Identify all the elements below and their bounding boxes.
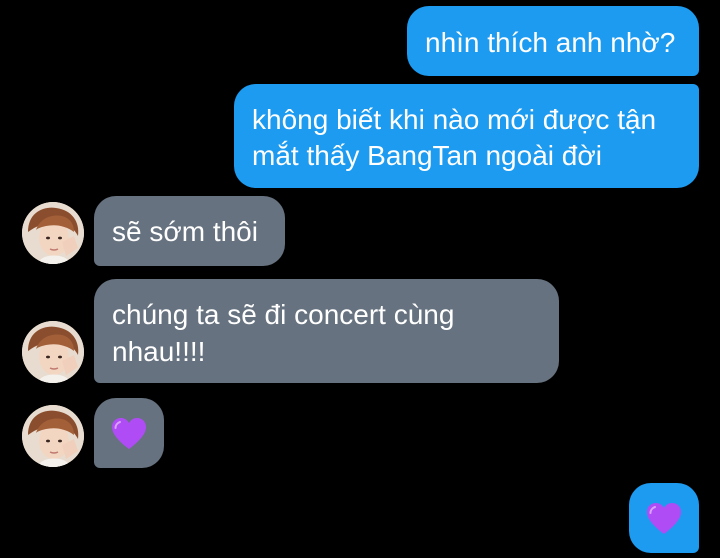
received-message-1[interactable]: sẽ sớm thôi <box>94 196 285 266</box>
message-text: sẽ sớm thôi <box>112 216 258 247</box>
friend-avatar[interactable] <box>22 202 84 264</box>
avatar-photo <box>22 405 84 467</box>
avatar-photo <box>22 202 84 264</box>
received-message-2[interactable]: chúng ta sẽ đi concert cùng nhau!!!! <box>94 279 559 383</box>
message-text-line-1: chúng ta sẽ đi concert cùng <box>112 299 455 330</box>
friend-avatar[interactable] <box>22 405 84 467</box>
sent-heart-message[interactable] <box>629 483 699 553</box>
message-text: nhìn thích anh nhờ? <box>425 27 676 58</box>
received-heart-message[interactable] <box>94 398 164 468</box>
message-text-line-2: nhau!!!! <box>112 336 206 367</box>
sent-message-1[interactable]: nhìn thích anh nhờ? <box>407 6 699 76</box>
sent-message-2[interactable]: không biết khi nào mới được tận mắt thấy… <box>234 84 699 188</box>
message-text-line-2: mắt thấy BangTan ngoài đời <box>252 140 602 171</box>
purple-heart-icon <box>647 503 681 534</box>
purple-heart-icon <box>112 418 146 449</box>
avatar-photo <box>22 321 84 383</box>
message-text-line-1: không biết khi nào mới được tận <box>252 104 657 135</box>
friend-avatar[interactable] <box>22 321 84 383</box>
